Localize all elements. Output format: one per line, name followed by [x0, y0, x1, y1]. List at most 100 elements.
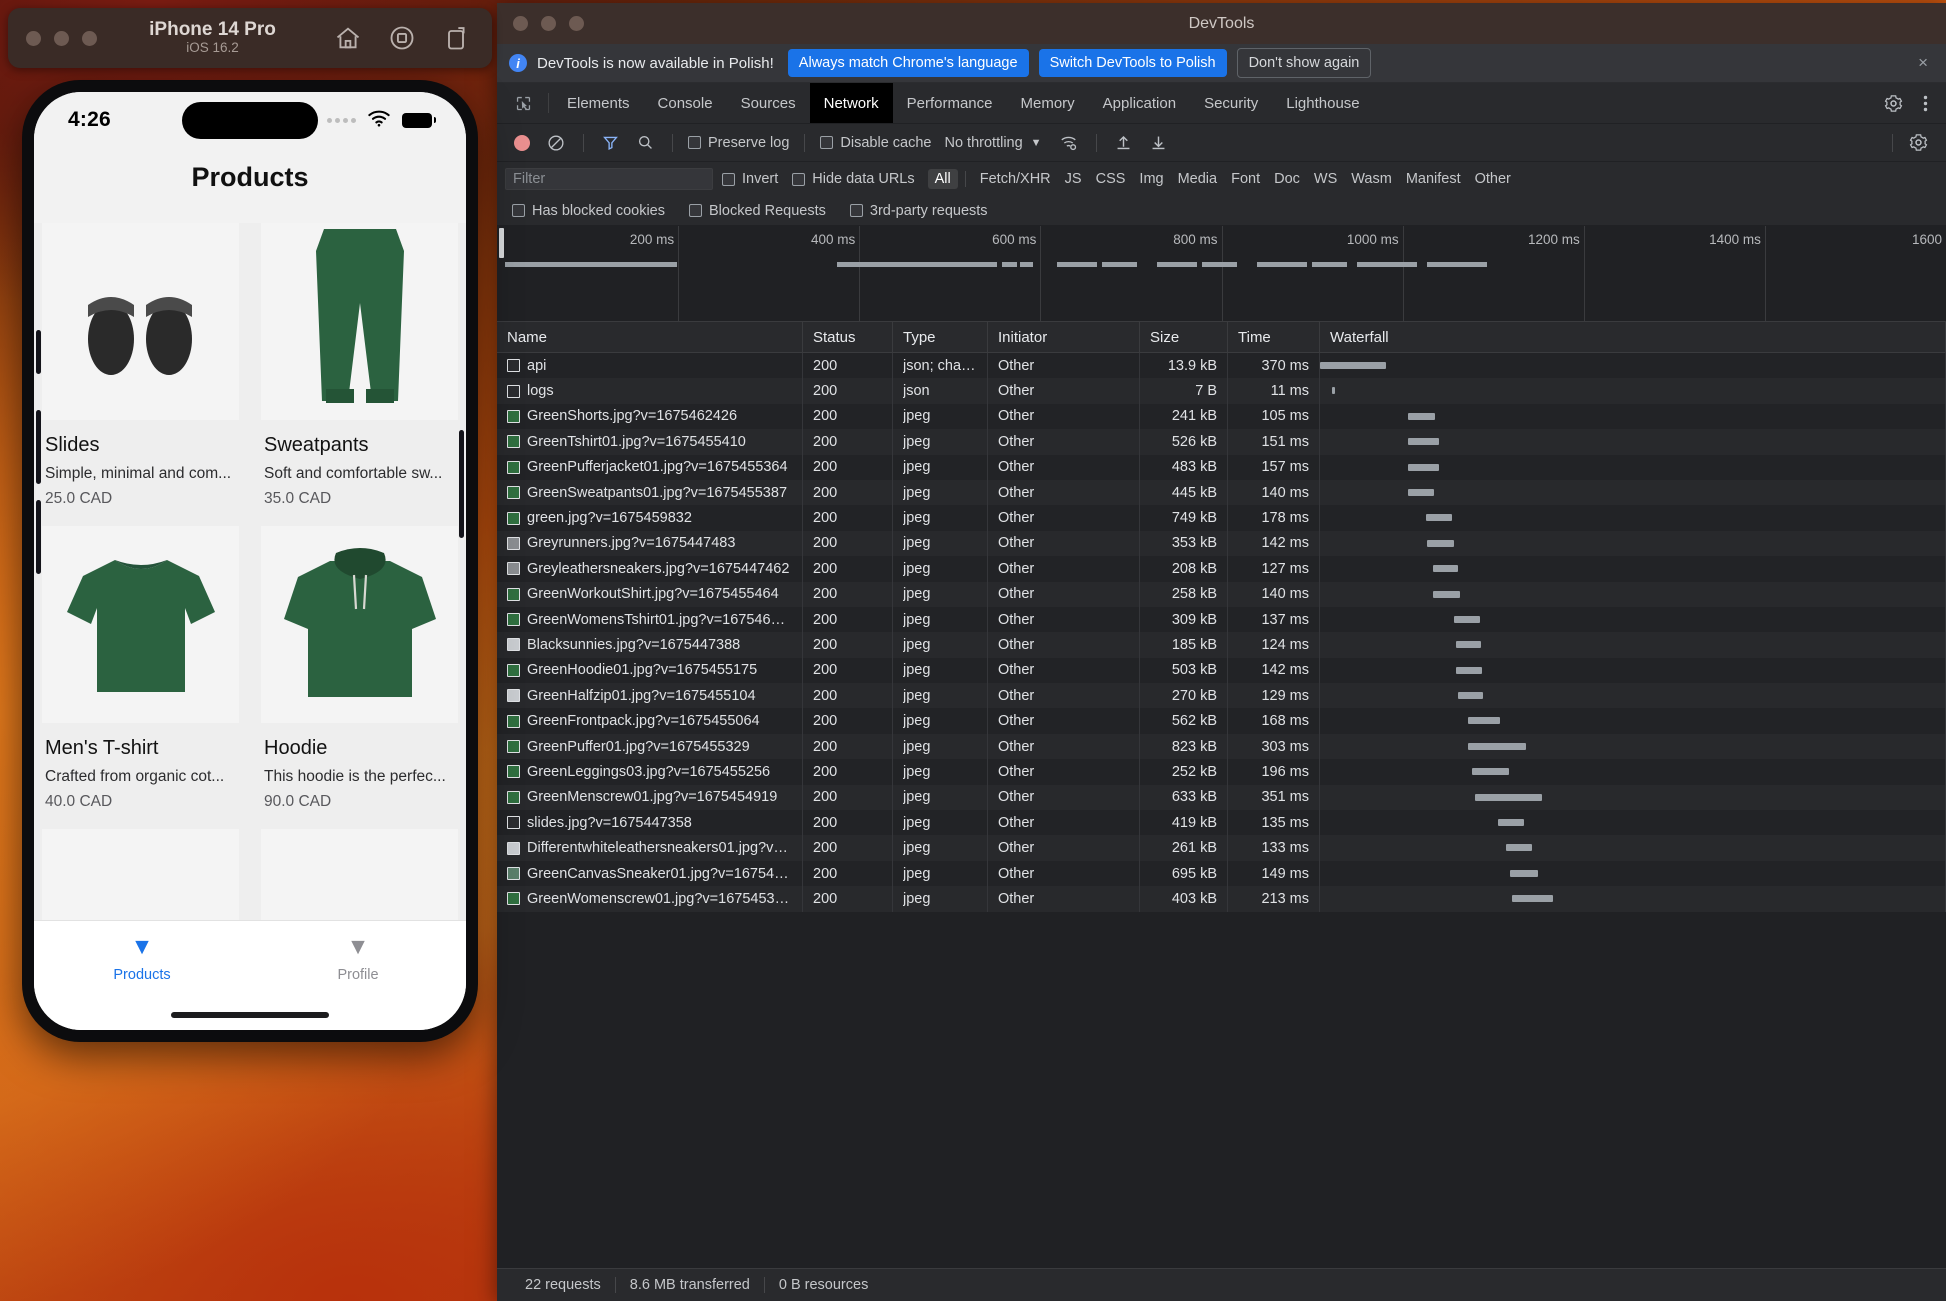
table-row[interactable]: GreenShorts.jpg?v=1675462426 200 jpeg Other…	[497, 403, 1946, 430]
gear-icon[interactable]	[1876, 94, 1911, 113]
close-window-button[interactable]	[513, 16, 528, 31]
table-row[interactable]: Differentwhiteleathersneakers01.jpg?v… 20…	[497, 835, 1946, 861]
record-icon[interactable]	[388, 24, 416, 52]
filter-type-img[interactable]: Img	[1132, 169, 1170, 189]
throttling-select[interactable]: No throttling	[938, 135, 1028, 151]
invert-checkbox[interactable]: Invert	[717, 171, 783, 187]
devtools-window-controls[interactable]	[513, 16, 584, 31]
table-row[interactable]: api 200 json; char… Other 13.9 kB 370 ms	[497, 353, 1946, 379]
filter-type-media[interactable]: Media	[1171, 169, 1225, 189]
dont-show-again-button[interactable]: Don't show again	[1236, 48, 1372, 78]
filter-icon[interactable]	[594, 134, 627, 151]
filter-input[interactable]	[505, 168, 713, 190]
product-card[interactable]: Slides Simple, minimal and com... 25.0 C…	[34, 223, 247, 520]
phone-power-button[interactable]	[459, 430, 464, 538]
clear-icon[interactable]	[539, 134, 573, 152]
table-row[interactable]: GreenMenscrew01.jpg?v=1675454919 200 jpeg O…	[497, 784, 1946, 811]
table-row[interactable]: GreenWomensTshirt01.jpg?v=1675463… 200 jpe…	[497, 606, 1946, 633]
tab-sources[interactable]: Sources	[727, 83, 810, 123]
network-conditions-icon[interactable]	[1052, 134, 1086, 152]
product-card-partial[interactable]	[34, 829, 247, 923]
table-row[interactable]: GreenFrontpack.jpg?v=1675455064 200 jpeg Ot…	[497, 708, 1946, 734]
network-overview[interactable]: 200 ms 400 ms 600 ms 800 ms 1000 ms 1200 ms 14…	[497, 226, 1946, 322]
request-status-text: 200	[813, 510, 838, 527]
product-card[interactable]: Men's T-shirt Crafted from organic cot..…	[34, 526, 247, 823]
minimize-window-button[interactable]	[54, 30, 69, 46]
table-row[interactable]: Greyrunners.jpg?v=1675447483 200 jpeg Other…	[497, 530, 1946, 557]
table-row[interactable]: GreenSweatpants01.jpg?v=1675455387 200 jpe…	[497, 479, 1946, 506]
screenshot-icon[interactable]	[442, 24, 470, 52]
table-row[interactable]: GreenPuffer01.jpg?v=1675455329 200 jpeg Oth…	[497, 733, 1946, 760]
column-header-status[interactable]: Status	[803, 322, 893, 352]
home-indicator[interactable]	[171, 1012, 329, 1018]
table-row[interactable]: Blacksunnies.jpg?v=1675447388 200 jpeg Othe…	[497, 632, 1946, 658]
product-card-partial[interactable]	[253, 829, 466, 923]
filter-type-doc[interactable]: Doc	[1267, 169, 1307, 189]
tab-performance[interactable]: Performance	[893, 83, 1007, 123]
table-row[interactable]: GreenWomenscrew01.jpg?v=1675453… 200 jpeg O…	[497, 886, 1946, 912]
record-button[interactable]	[514, 134, 530, 151]
tab-memory[interactable]: Memory	[1007, 83, 1089, 123]
column-header-time[interactable]: Time	[1228, 322, 1320, 352]
filter-type-css[interactable]: CSS	[1089, 169, 1133, 189]
chevron-down-icon[interactable]: ▼	[1031, 137, 1050, 149]
column-header-type[interactable]: Type	[893, 322, 988, 352]
filter-type-all[interactable]: All	[927, 169, 958, 189]
filter-type-font[interactable]: Font	[1224, 169, 1267, 189]
tab-network[interactable]: Network	[809, 83, 893, 123]
home-icon[interactable]	[334, 24, 362, 52]
table-row[interactable]: GreenLeggings03.jpg?v=1675455256 200 jpeg O…	[497, 759, 1946, 785]
column-header-name[interactable]: Name	[497, 322, 803, 352]
import-har-icon[interactable]	[1107, 134, 1140, 151]
filter-type-other[interactable]: Other	[1468, 169, 1518, 189]
filter-type-ws[interactable]: WS	[1307, 169, 1344, 189]
filter-type-fetch-xhr[interactable]: Fetch/XHR	[973, 169, 1058, 189]
always-match-language-button[interactable]: Always match Chrome's language	[787, 49, 1029, 77]
column-header-waterfall[interactable]: Waterfall	[1320, 322, 1946, 352]
table-row[interactable]: GreenHoodie01.jpg?v=1675455175 200 jpeg Oth…	[497, 657, 1946, 684]
switch-language-button[interactable]: Switch DevTools to Polish	[1038, 49, 1227, 77]
tab-lighthouse[interactable]: Lighthouse	[1272, 83, 1373, 123]
tab-security[interactable]: Security	[1190, 83, 1272, 123]
phone-volume-down-button[interactable]	[36, 500, 41, 574]
filter-type-wasm[interactable]: Wasm	[1344, 169, 1399, 189]
inspect-element-icon[interactable]	[503, 83, 544, 123]
phone-silent-switch[interactable]	[36, 330, 41, 374]
preserve-log-checkbox[interactable]: Preserve log	[683, 135, 794, 151]
tab-application[interactable]: Application	[1089, 83, 1190, 123]
filter-type-manifest[interactable]: Manifest	[1399, 169, 1468, 189]
table-row[interactable]: logs 200 json Other 7 B 11 ms	[497, 378, 1946, 404]
filter-type-js[interactable]: JS	[1058, 169, 1089, 189]
more-options-icon[interactable]	[1915, 94, 1936, 113]
has-blocked-cookies-checkbox[interactable]: Has blocked cookies	[507, 203, 670, 219]
table-row[interactable]: GreenTshirt01.jpg?v=1675455410 200 jpeg Oth…	[497, 429, 1946, 455]
table-row[interactable]: Greyleathersneakers.jpg?v=1675447462 200 j…	[497, 556, 1946, 582]
minimize-window-button[interactable]	[541, 16, 556, 31]
phone-volume-up-button[interactable]	[36, 410, 41, 484]
blocked-requests-checkbox[interactable]: Blocked Requests	[684, 203, 831, 219]
maximize-window-button[interactable]	[569, 16, 584, 31]
export-har-icon[interactable]	[1142, 134, 1175, 151]
hide-data-urls-checkbox[interactable]: Hide data URLs	[787, 171, 919, 187]
close-icon[interactable]: ×	[1912, 53, 1934, 73]
table-row[interactable]: GreenWorkoutShirt.jpg?v=1675455464 200 jpe…	[497, 581, 1946, 607]
resources-size: 0 B resources	[778, 1277, 869, 1293]
table-row[interactable]: GreenCanvasSneaker01.jpg?v=167545… 200 jpe…	[497, 860, 1946, 887]
tab-elements[interactable]: Elements	[553, 83, 644, 123]
overview-window-handle[interactable]	[499, 228, 504, 258]
table-row[interactable]: GreenPufferjacket01.jpg?v=1675455364 200 j…	[497, 454, 1946, 480]
simulator-window-controls[interactable]	[26, 30, 97, 46]
table-row[interactable]: slides.jpg?v=1675447358 200 jpeg Other 419 k…	[497, 810, 1946, 836]
disable-cache-checkbox[interactable]: Disable cache	[815, 135, 936, 151]
tab-console[interactable]: Console	[644, 83, 727, 123]
column-header-size[interactable]: Size	[1140, 322, 1228, 352]
search-icon[interactable]	[629, 134, 662, 151]
network-settings-gear-icon[interactable]	[1901, 133, 1936, 152]
product-card[interactable]: Sweatpants Soft and comfortable sw... 35…	[253, 223, 466, 520]
table-row[interactable]: GreenHalfzip01.jpg?v=1675455104 200 jpeg Ot…	[497, 683, 1946, 709]
third-party-requests-checkbox[interactable]: 3rd-party requests	[845, 203, 993, 219]
table-row[interactable]: green.jpg?v=1675459832 200 jpeg Other 749 kB…	[497, 505, 1946, 531]
product-card[interactable]: Hoodie This hoodie is the perfec... 90.0…	[253, 526, 466, 823]
column-header-initiator[interactable]: Initiator	[988, 322, 1140, 352]
close-window-button[interactable]	[26, 30, 41, 46]
